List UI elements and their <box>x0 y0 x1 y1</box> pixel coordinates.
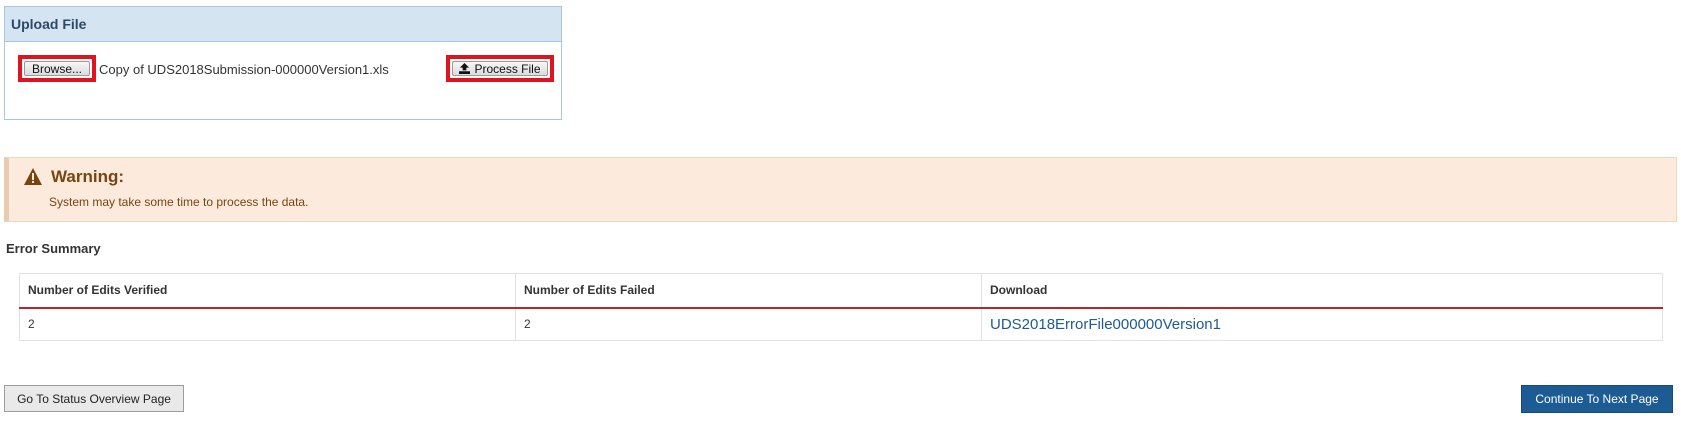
warning-message: System may take some time to process the… <box>49 195 309 209</box>
edits-failed-cell: 2 <box>515 307 982 341</box>
upload-file-panel: Upload File Browse... Copy of UDS2018Sub… <box>4 6 562 120</box>
error-summary-table: Number of Edits Verified Number of Edits… <box>19 273 1663 341</box>
table-header-row: Number of Edits Verified Number of Edits… <box>19 273 1663 309</box>
browse-highlight: Browse... <box>18 55 96 82</box>
browse-button[interactable]: Browse... <box>24 61 90 76</box>
go-to-status-overview-button[interactable]: Go To Status Overview Page <box>4 385 184 412</box>
warning-icon <box>24 168 42 185</box>
download-cell: UDS2018ErrorFile000000Version1 <box>981 307 1663 341</box>
continue-to-next-page-button[interactable]: Continue To Next Page <box>1521 385 1673 413</box>
process-highlight: Process File <box>446 55 554 82</box>
column-header-download: Download <box>981 273 1663 309</box>
process-file-button[interactable]: Process File <box>452 61 548 76</box>
upload-panel-body: Browse... Copy of UDS2018Submission-0000… <box>5 42 561 120</box>
process-file-label: Process File <box>474 61 541 76</box>
warning-alert: Warning: System may take some time to pr… <box>4 157 1677 222</box>
upload-icon <box>459 63 471 74</box>
column-header-edits-verified: Number of Edits Verified <box>19 273 516 309</box>
column-header-edits-failed: Number of Edits Failed <box>515 273 982 309</box>
selected-file-name: Copy of UDS2018Submission-000000Version1… <box>99 62 389 77</box>
warning-title: Warning: <box>51 167 125 186</box>
download-error-file-link[interactable]: UDS2018ErrorFile000000Version1 <box>990 316 1221 333</box>
edits-verified-cell: 2 <box>19 307 516 341</box>
table-row: 2 2 UDS2018ErrorFile000000Version1 <box>19 307 1663 341</box>
upload-panel-title: Upload File <box>5 7 561 42</box>
error-summary-title: Error Summary <box>6 241 101 256</box>
